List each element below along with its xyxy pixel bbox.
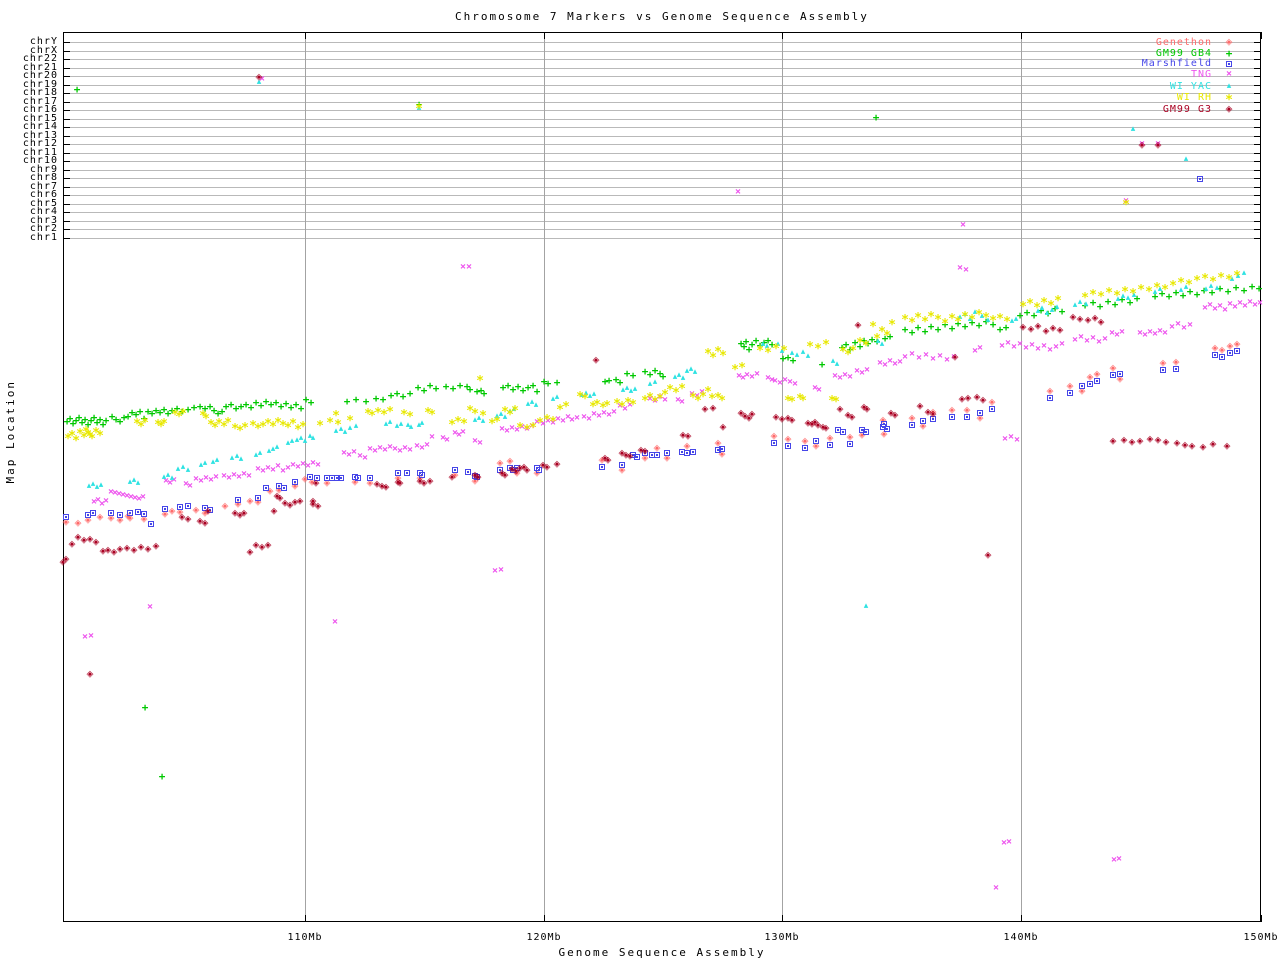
chart-title: Chromosome 7 Markers vs Genome Sequence … bbox=[455, 10, 869, 23]
axis-tick bbox=[63, 229, 70, 230]
axis-tick bbox=[63, 178, 70, 179]
chromosome-gridline bbox=[64, 212, 1260, 213]
axis-tick bbox=[1254, 93, 1261, 94]
axis-tick bbox=[1254, 229, 1261, 230]
axis-tick bbox=[63, 110, 70, 111]
x-tick-label: 150Mb bbox=[1243, 932, 1279, 943]
axis-tick bbox=[1254, 169, 1261, 171]
axis-tick bbox=[1254, 220, 1261, 222]
chromosome-gridline bbox=[64, 152, 1260, 154]
x-tick-label: 120Mb bbox=[526, 932, 562, 943]
axis-tick bbox=[1254, 101, 1261, 103]
axis-tick bbox=[63, 212, 70, 213]
axis-tick bbox=[544, 32, 545, 39]
x-tick-label: 110Mb bbox=[287, 932, 323, 943]
axis-tick bbox=[63, 42, 70, 43]
x-gridline bbox=[544, 33, 545, 921]
x-axis-label: Genome Sequence Assembly bbox=[558, 946, 766, 959]
axis-tick bbox=[1254, 50, 1261, 52]
axis-tick bbox=[63, 50, 70, 52]
chromosome-gridline bbox=[64, 195, 1260, 196]
x-tick-label: 130Mb bbox=[764, 932, 800, 943]
chromosome-gridline bbox=[64, 220, 1260, 222]
axis-tick bbox=[1254, 76, 1261, 77]
axis-tick bbox=[1254, 203, 1261, 205]
chromosome-gridline bbox=[64, 118, 1260, 120]
axis-tick bbox=[63, 135, 70, 137]
legend-entry-wiyac: WI YAC bbox=[1169, 81, 1212, 92]
axis-tick bbox=[63, 203, 70, 205]
axis-tick bbox=[1254, 110, 1261, 111]
chromosome-gridline bbox=[64, 237, 1260, 239]
axis-tick bbox=[63, 93, 70, 94]
axis-tick bbox=[1254, 186, 1261, 188]
chart-canvas: Chromosome 7 Markers vs Genome Sequence … bbox=[0, 0, 1280, 960]
chromosome-gridline bbox=[64, 169, 1260, 171]
plot-border bbox=[63, 32, 1261, 922]
axis-tick bbox=[1254, 152, 1261, 154]
axis-tick bbox=[1254, 127, 1261, 128]
axis-tick bbox=[1021, 32, 1022, 39]
axis-tick bbox=[1254, 178, 1261, 179]
axis-tick bbox=[63, 237, 70, 239]
axis-tick bbox=[1254, 67, 1261, 69]
axis-tick bbox=[1261, 32, 1262, 39]
axis-tick bbox=[63, 152, 70, 154]
y-axis-label: Map Location bbox=[4, 380, 17, 484]
axis-tick bbox=[1254, 212, 1261, 213]
legend-entry-marshfield: Marshfield bbox=[1141, 58, 1212, 69]
axis-tick bbox=[63, 101, 70, 103]
legend-entry-tng: TNG bbox=[1190, 69, 1212, 80]
axis-tick bbox=[1021, 915, 1022, 922]
axis-tick bbox=[63, 169, 70, 171]
x-gridline bbox=[305, 33, 306, 921]
axis-tick bbox=[63, 161, 70, 162]
legend-entry-genethon: Genethon bbox=[1155, 37, 1212, 48]
axis-tick bbox=[63, 220, 70, 222]
chromosome-gridline bbox=[64, 178, 1260, 179]
axis-tick bbox=[782, 32, 783, 39]
axis-tick bbox=[1254, 84, 1261, 86]
x-gridline bbox=[1021, 33, 1022, 921]
axis-tick bbox=[1254, 195, 1261, 196]
axis-tick bbox=[305, 32, 306, 39]
chromosome-gridline bbox=[64, 186, 1260, 188]
chromosome-gridline bbox=[64, 203, 1260, 205]
axis-tick bbox=[1254, 118, 1261, 120]
chromosome-gridline bbox=[64, 144, 1260, 145]
axis-tick bbox=[1254, 59, 1261, 60]
axis-tick bbox=[1254, 144, 1261, 145]
chromosome-gridline bbox=[64, 161, 1260, 162]
chromosome-gridline bbox=[64, 127, 1260, 128]
axis-tick bbox=[1254, 161, 1261, 162]
axis-tick bbox=[1254, 237, 1261, 239]
axis-tick bbox=[782, 915, 783, 922]
chromosome-gridline bbox=[64, 229, 1260, 230]
axis-tick bbox=[1261, 915, 1262, 922]
axis-tick bbox=[1254, 135, 1261, 137]
axis-tick bbox=[63, 59, 70, 60]
legend-entry-gm99g3: GM99 G3 bbox=[1162, 104, 1212, 115]
axis-tick bbox=[63, 195, 70, 196]
axis-tick bbox=[1254, 42, 1261, 43]
axis-tick bbox=[63, 186, 70, 188]
axis-tick bbox=[63, 118, 70, 120]
axis-tick bbox=[63, 76, 70, 77]
legend-entry-wirh: WI RH bbox=[1176, 92, 1212, 103]
axis-tick bbox=[63, 67, 70, 69]
axis-tick bbox=[305, 915, 306, 922]
axis-tick bbox=[63, 127, 70, 128]
y-tick-label: chr1 bbox=[29, 231, 58, 243]
x-tick-label: 140Mb bbox=[1003, 932, 1039, 943]
axis-tick bbox=[63, 144, 70, 145]
axis-tick bbox=[63, 84, 70, 86]
chromosome-gridline bbox=[64, 135, 1260, 137]
x-gridline bbox=[782, 33, 783, 921]
axis-tick bbox=[544, 915, 545, 922]
